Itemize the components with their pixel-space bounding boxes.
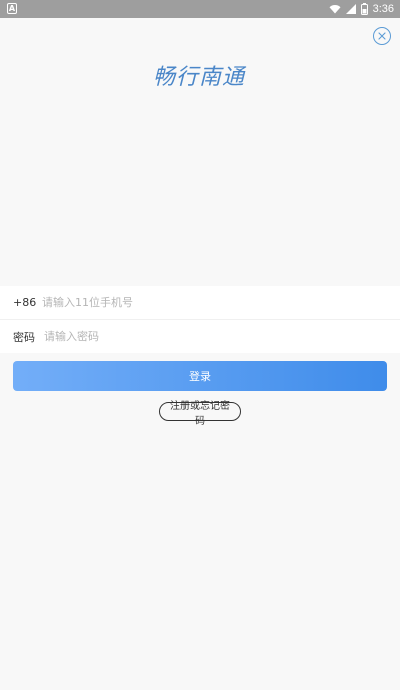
- status-bar-right: 3:36: [329, 0, 394, 18]
- signal-icon: [345, 4, 356, 14]
- status-bar: A 3:36: [0, 0, 400, 18]
- password-label: 密码: [13, 330, 35, 344]
- login-form: +86 密码: [0, 286, 400, 353]
- register-forgot-password-button[interactable]: 注册或忘记密码: [159, 401, 241, 427]
- status-time: 3:36: [372, 3, 394, 15]
- app-logo: 畅行南通: [152, 65, 245, 90]
- password-row: 密码: [0, 319, 400, 353]
- login-button[interactable]: 登录: [13, 361, 387, 391]
- wifi-icon: [329, 5, 341, 14]
- phone-input[interactable]: [42, 296, 382, 309]
- password-input[interactable]: [44, 330, 384, 343]
- country-code: +86: [13, 296, 37, 309]
- app-notification-icon: A: [7, 3, 17, 14]
- close-button[interactable]: [373, 27, 391, 45]
- phone-row: +86: [0, 286, 400, 319]
- close-icon: [378, 32, 386, 40]
- battery-icon: [360, 3, 368, 15]
